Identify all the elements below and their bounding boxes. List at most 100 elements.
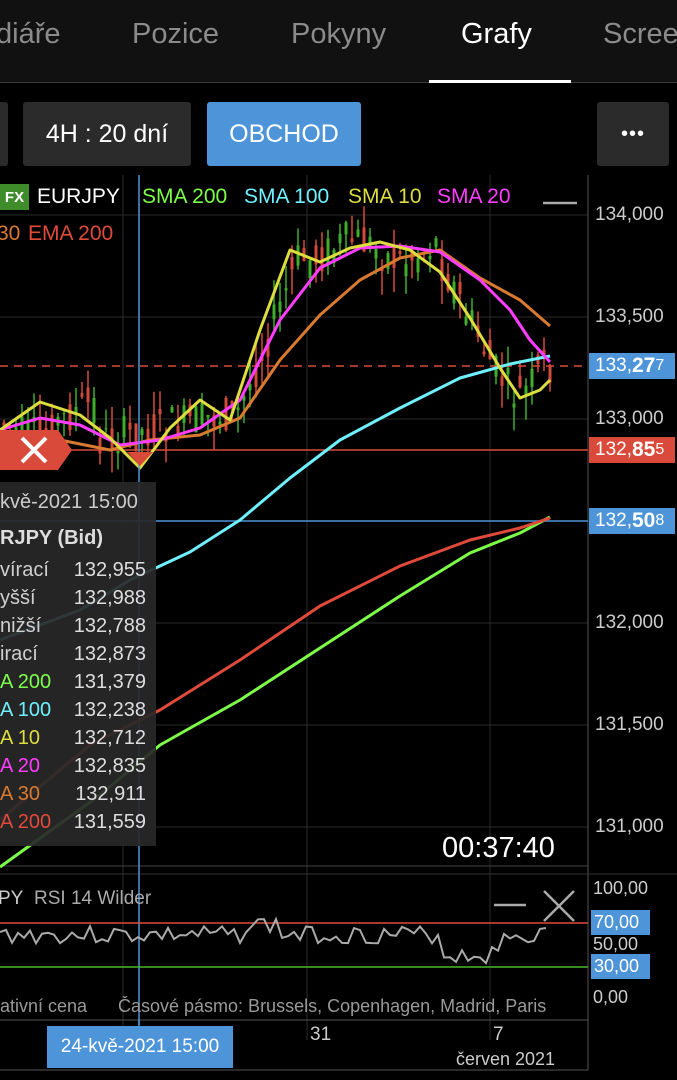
candle-body: [338, 233, 342, 244]
candle-body: [86, 387, 90, 403]
candle-body: [398, 251, 402, 255]
tooltip-row-name: nižší: [0, 615, 42, 637]
tooltip-row-name: A 200: [0, 671, 52, 693]
tooltip-row: A 200 131,559: [0, 811, 156, 839]
current-price-tag: 133, 27 7: [589, 353, 675, 379]
symbol-label[interactable]: EURJPY: [37, 185, 120, 209]
candle-body: [530, 368, 534, 387]
candle-body: [200, 403, 204, 425]
rsi-indicator-label[interactable]: RSI 14 Wilder: [34, 888, 151, 910]
instrument-button[interactable]: [0, 102, 8, 166]
tooltip-row-value: 132,788: [73, 615, 146, 637]
tooltip-row-value: 132,988: [73, 587, 146, 609]
rsi-axis-label: 0,00: [593, 987, 629, 1007]
rsi-axis-label: 100,00: [593, 878, 649, 898]
candlesticks: [2, 206, 552, 473]
candle-body: [392, 244, 396, 269]
tooltip-row: A 10 132,712: [0, 727, 156, 755]
time-axis-label: 31: [310, 1024, 332, 1045]
legend-ema30: 30: [0, 222, 21, 245]
candle-body: [80, 393, 84, 397]
price-type-label: ativní cena: [0, 996, 88, 1016]
candle-body: [374, 249, 378, 259]
candle-body: [206, 414, 210, 418]
candle-body: [272, 304, 276, 320]
candle-body: [284, 288, 288, 291]
tooltip-row-value: 132,911: [75, 783, 146, 805]
tooltip-row-name: A 20: [0, 755, 41, 777]
tab-pokyny[interactable]: Pokyny: [291, 18, 386, 51]
rsi-line: [0, 916, 547, 965]
alert-price-tag[interactable]: 132, 85 5: [589, 437, 675, 463]
tab-diare[interactable]: diáře: [0, 18, 61, 51]
rsi-close-icon[interactable]: [543, 890, 575, 922]
tooltip-row: A 200 131,379: [0, 671, 156, 699]
tab-grafy[interactable]: Grafy: [461, 18, 532, 51]
tooltip-row-name: vírací: [0, 559, 49, 581]
candle-body: [296, 245, 300, 266]
data-tooltip: kvě-2021 15:00 RJPY (Bid) vírací 132,955 y…: [0, 482, 156, 846]
candle-body: [170, 407, 174, 413]
tooltip-datetime: kvě-2021 15:00: [0, 491, 138, 513]
tab-pozice[interactable]: Pozice: [132, 18, 219, 51]
more-menu-button[interactable]: •••: [597, 102, 669, 166]
tooltip-row: A 20 132,835: [0, 755, 156, 783]
tooltip-row-value: 132,712: [73, 727, 146, 749]
timeframe-button[interactable]: 4H : 20 dní: [23, 102, 191, 166]
price-axis-label: 131,500: [595, 714, 664, 735]
chart-toolbar: 4H : 20 dní OBCHOD •••: [0, 83, 677, 175]
tooltip-row-value: 132,238: [73, 699, 146, 721]
candle-body: [38, 418, 42, 432]
candle-body: [404, 264, 408, 277]
price-axis-label: 132,000: [595, 612, 664, 633]
level-price-tag[interactable]: 132, 50 8: [589, 508, 675, 534]
tab-screener[interactable]: Scree: [603, 18, 677, 51]
candle-body: [290, 256, 294, 270]
tooltip-row-name: A 100: [0, 699, 52, 721]
tooltip-row-value: 131,559: [73, 811, 146, 833]
fx-badge: FX: [0, 184, 29, 210]
candle-countdown: 00:37:40: [442, 832, 555, 864]
candle-body: [62, 413, 66, 415]
candle-body: [350, 238, 354, 243]
legend-sma100: SMA 100: [244, 185, 330, 208]
candle-body: [98, 437, 102, 454]
trade-button[interactable]: OBCHOD: [207, 102, 361, 166]
time-axis-label: 7: [493, 1024, 504, 1045]
rsi-upper-tag: 70,00: [591, 910, 650, 935]
candle-body: [326, 238, 330, 265]
candle-body: [344, 222, 348, 235]
candle-body: [218, 421, 222, 425]
tooltip-row-value: 132,955: [73, 559, 146, 581]
rsi-symbol: PY: [0, 888, 24, 909]
candle-body: [128, 422, 132, 430]
candle-body: [464, 316, 468, 325]
crosshair-date-badge: 24-kvě-2021 15:00: [47, 1026, 233, 1068]
tooltip-row: nižší 132,788: [0, 615, 156, 643]
candle-body: [134, 423, 138, 452]
legend-ema200: EMA 200: [28, 222, 114, 245]
price-axis-label: 133,000: [595, 408, 664, 429]
tooltip-row-name: A 30: [0, 783, 41, 805]
candle-body: [512, 403, 516, 408]
tooltip-row: A 30 132,911: [0, 783, 156, 811]
tooltip-row-value: 131,379: [73, 671, 146, 693]
candle-body: [140, 429, 144, 436]
candle-body: [500, 376, 504, 386]
legend-sma10: SMA 10: [348, 185, 422, 208]
candle-body: [518, 375, 522, 388]
rsi-lower-tag: 30,00: [591, 954, 650, 979]
ema30-line: [0, 248, 551, 452]
tooltip-title: RJPY (Bid): [0, 527, 103, 549]
candle-body: [158, 408, 162, 415]
alert-remove-marker[interactable]: [0, 430, 72, 470]
tooltip-row-name: A 10: [0, 727, 41, 749]
candle-body: [458, 282, 462, 295]
tooltip-row-name: irací: [0, 643, 38, 665]
candle-body: [482, 351, 486, 355]
candle-body: [104, 428, 108, 430]
candle-body: [92, 397, 96, 424]
candle-body: [308, 260, 312, 279]
tooltip-row-value: 132,835: [73, 755, 146, 777]
candle-body: [278, 301, 282, 313]
